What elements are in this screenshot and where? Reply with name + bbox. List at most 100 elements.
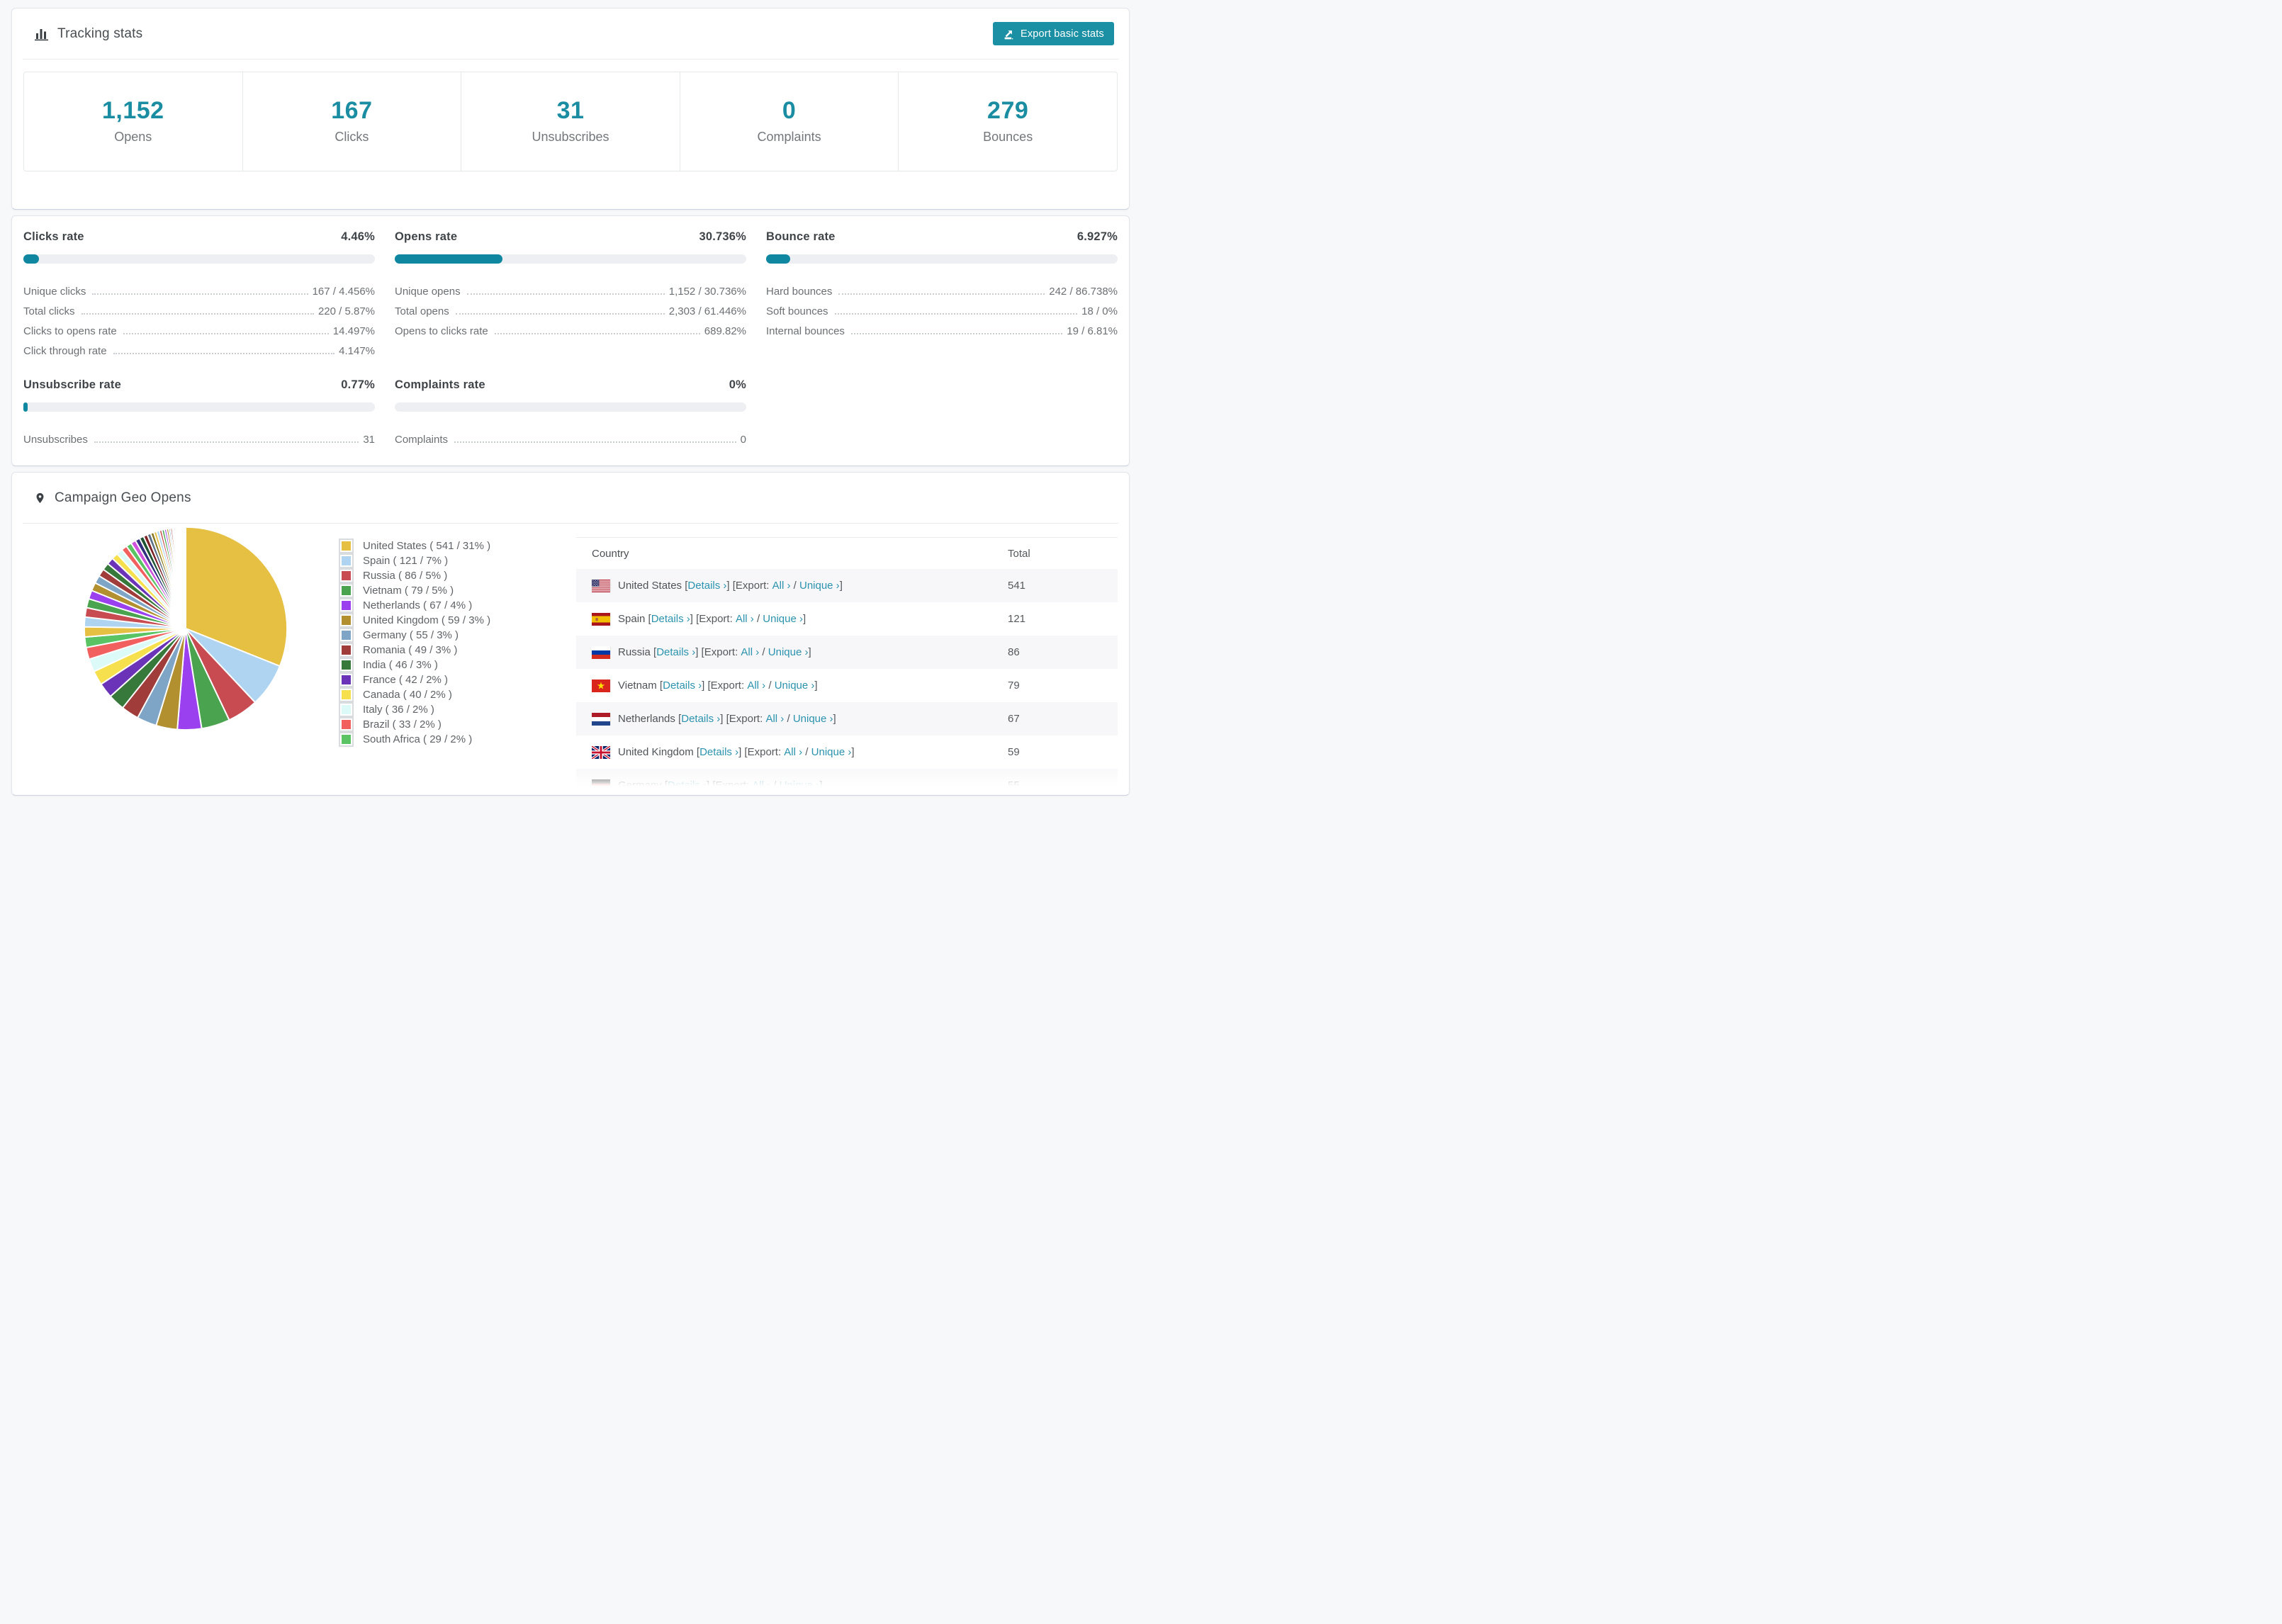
geo-opens-header: Campaign Geo Opens [12,473,1129,523]
export-all-link[interactable]: All › [747,680,765,692]
country-total: 79 [1008,680,1020,692]
legend-item-india: India ( 46 / 3% ) [339,658,537,672]
dotted-leader [123,333,329,334]
metric-row: Complaints 0 [395,426,746,446]
pie-slice[interactable] [184,526,186,629]
legend-item-spain: Spain ( 121 / 7% ) [339,553,537,568]
geo-table-row-germany: Germany [Details ›] [Export: All › / Uni… [576,769,1118,795]
rate-head: Opens rate 30.736% [395,230,746,244]
dotted-leader [838,293,1045,295]
export-unique-link[interactable]: Unique › [763,613,803,625]
details-link[interactable]: Details › [663,680,702,692]
export-all-link[interactable]: All › [784,746,802,758]
details-link[interactable]: Details › [656,646,695,658]
rate-value: 4.46% [341,230,375,243]
rate-value: 30.736% [699,230,746,243]
legend-swatch [339,702,354,717]
geo-opens-card: Campaign Geo Opens United States ( 541 /… [11,472,1130,796]
dotted-leader [850,333,1063,334]
geo-table-row-united-states: United States [Details ›] [Export: All ›… [576,569,1118,602]
metric-value: 242 / 86.738% [1049,285,1118,298]
metric-value: 18 / 0% [1081,305,1118,317]
legend-item-united-kingdom: United Kingdom ( 59 / 3% ) [339,613,537,628]
legend-swatch [339,672,354,687]
export-unique-link[interactable]: Unique › [793,713,833,725]
metric-row: Total clicks 220 / 5.87% [23,298,375,317]
export-all-link[interactable]: All › [736,613,754,625]
rates-card: Clicks rate 4.46% Unique clicks 167 / 4.… [11,215,1130,466]
rate-block-complaints-rate: Complaints rate 0% Complaints 0 [395,378,746,446]
export-button-label: Export basic stats [1020,28,1104,40]
country-name: Netherlands [618,713,675,725]
dotted-leader [81,313,314,315]
rate-head: Complaints rate 0% [395,378,746,392]
legend-label: Germany ( 55 / 3% ) [363,629,459,641]
export-all-link[interactable]: All › [741,646,759,658]
stat-value: 279 [987,97,1029,124]
geo-table-row-netherlands: Netherlands [Details ›] [Export: All › /… [576,702,1118,735]
export-unique-link[interactable]: Unique › [780,779,820,791]
details-link[interactable]: Details › [668,779,707,791]
stat-value: 167 [331,97,373,124]
rate-block-unsubscribe-rate: Unsubscribe rate 0.77% Unsubscribes 31 [23,378,375,446]
legend-label: France ( 42 / 2% ) [363,674,449,686]
progress-bar [395,402,746,412]
legend-swatch [339,658,354,672]
legend-swatch [339,643,354,658]
stat-card-opens: 1,152 Opens [24,72,243,171]
bar-chart-icon [34,26,49,41]
dotted-leader [834,313,1078,315]
geo-opens-title: Campaign Geo Opens [55,490,191,505]
legend-item-romania: Romania ( 49 / 3% ) [339,643,537,658]
progress-bar [23,254,375,264]
rate-value: 6.927% [1077,230,1118,243]
progress-bar [395,254,746,264]
country-total: 59 [1008,746,1020,758]
legend-swatch [339,628,354,643]
details-link[interactable]: Details › [681,713,720,725]
export-all-link[interactable]: All › [772,580,791,592]
metric-label: Click through rate [23,344,107,357]
export-unique-link[interactable]: Unique › [811,746,852,758]
stat-value: 1,152 [102,97,164,124]
metric-label: Unique clicks [23,285,86,298]
export-basic-stats-button[interactable]: Export basic stats [992,22,1114,45]
metric-value: 0 [740,433,746,446]
geo-legend: United States ( 541 / 31% ) Spain ( 121 … [339,538,537,747]
details-link[interactable]: Details › [651,613,690,625]
country-total: 55 [1008,779,1020,791]
metric-label: Hard bounces [766,285,833,298]
country-total: 121 [1008,613,1026,625]
metric-row: Unique opens 1,152 / 30.736% [395,278,746,298]
export-all-link[interactable]: All › [765,713,784,725]
column-header-country: Country [592,547,629,560]
metric-value: 2,303 / 61.446% [668,305,746,317]
export-unique-link[interactable]: Unique › [768,646,809,658]
header-divider [23,59,1118,60]
metric-label: Complaints [395,433,449,446]
export-all-link[interactable]: All › [752,779,770,791]
legend-item-italy: Italy ( 36 / 2% ) [339,702,537,717]
country-total: 541 [1008,580,1026,592]
stat-card-clicks: 167 Clicks [243,72,462,171]
legend-label: United Kingdom ( 59 / 3% ) [363,614,491,626]
legend-item-south-africa: South Africa ( 29 / 2% ) [339,732,537,747]
metric-label: Opens to clicks rate [395,325,488,337]
stat-label: Clicks [335,130,369,144]
legend-label: Italy ( 36 / 2% ) [363,704,434,716]
metric-row: Clicks to opens rate 14.497% [23,317,375,337]
legend-item-germany: Germany ( 55 / 3% ) [339,628,537,643]
flag-de-icon [592,779,610,792]
details-link[interactable]: Details › [699,746,738,758]
stat-card-complaints: 0 Complaints [680,72,899,171]
progress-bar [766,254,1118,264]
export-unique-link[interactable]: Unique › [799,580,840,592]
export-unique-link[interactable]: Unique › [775,680,815,692]
rate-title: Complaints rate [395,378,485,391]
flag-gb-icon [592,745,610,759]
metric-value: 14.497% [332,325,375,337]
country-name: Germany [618,779,662,791]
details-link[interactable]: Details › [687,580,726,592]
flag-es-icon [592,612,610,626]
legend-label: United States ( 541 / 31% ) [363,540,491,552]
